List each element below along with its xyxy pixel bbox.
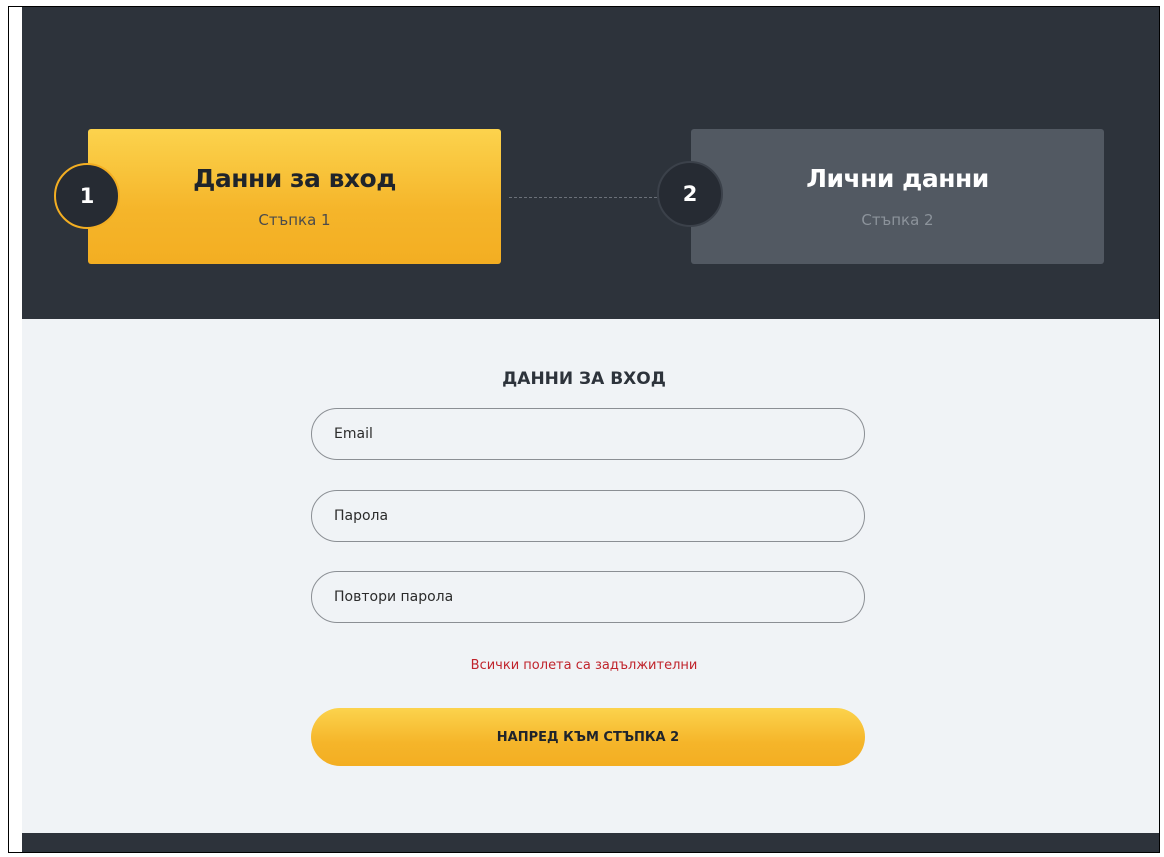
step-1-subtitle: Стъпка 1 [258, 211, 331, 229]
footer-band [22, 833, 1159, 852]
left-margin [9, 7, 22, 852]
step-2-title: Лични данни [806, 164, 989, 193]
required-fields-error: Всички полета са задължителни [470, 658, 698, 673]
repeat-password-field[interactable] [311, 571, 865, 623]
step-connector [509, 197, 657, 198]
password-field[interactable] [311, 490, 865, 542]
step-1-number-badge: 1 [54, 163, 120, 229]
step-1-card[interactable]: Данни за вход Стъпка 1 [88, 129, 501, 264]
step-2-card[interactable]: Лични данни Стъпка 2 [691, 129, 1104, 264]
form-title: ДАННИ ЗА ВХОД [502, 369, 666, 389]
email-field[interactable] [311, 408, 865, 460]
step-2-subtitle: Стъпка 2 [861, 211, 934, 229]
page-frame: Данни за вход Стъпка 1 1 Лични данни Стъ… [8, 6, 1160, 853]
step-2-number-badge: 2 [657, 161, 723, 227]
step-1-title: Данни за вход [193, 164, 396, 193]
next-step-button[interactable]: НАПРЕД КЪМ СТЪПКА 2 [311, 708, 865, 766]
